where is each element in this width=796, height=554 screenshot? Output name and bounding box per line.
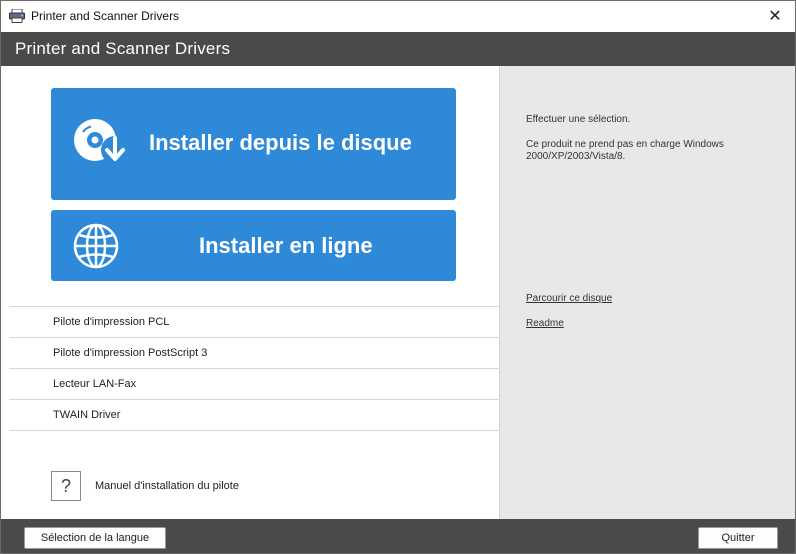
bottom-bar: Sélection de la langue Quitter: [1, 519, 795, 553]
globe-icon: [71, 221, 121, 276]
support-notice: Ce produit ne prend pas en charge Window…: [526, 139, 724, 162]
installation-manual-link[interactable]: ? Manuel d'installation du pilote: [51, 471, 239, 501]
install-online-label: Installer en ligne: [199, 233, 373, 258]
disc-download-icon: [71, 116, 133, 177]
driver-item-postscript[interactable]: Pilote d'impression PostScript 3: [9, 338, 499, 369]
readme-link[interactable]: Readme: [526, 318, 564, 329]
driver-list: Pilote d'impression PCL Pilote d'impress…: [9, 306, 499, 431]
printer-scanner-icon: [9, 8, 25, 23]
language-select-button[interactable]: Sélection de la langue: [24, 527, 166, 549]
window-title: Printer and Scanner Drivers: [31, 9, 180, 23]
title-bar: Printer and Scanner Drivers ✕: [1, 1, 795, 31]
install-from-disk-button[interactable]: Installer depuis le disque: [51, 88, 456, 200]
installer-window: Printer and Scanner Drivers ✕ Printer an…: [0, 0, 796, 554]
selection-prompt: Effectuer une sélection.: [526, 114, 631, 125]
main-panel: Installer depuis le disque Installer en …: [1, 66, 499, 519]
driver-item-twain[interactable]: TWAIN Driver: [9, 400, 499, 431]
page-title: Printer and Scanner Drivers: [15, 39, 231, 58]
installation-manual-label: Manuel d'installation du pilote: [95, 480, 239, 492]
driver-item-lan-fax[interactable]: Lecteur LAN-Fax: [9, 369, 499, 400]
browse-disk-link[interactable]: Parcourir ce disque: [526, 293, 612, 304]
info-panel: Effectuer une sélection. Ce produit ne p…: [499, 66, 795, 519]
quit-button[interactable]: Quitter: [698, 527, 778, 549]
install-online-button[interactable]: Installer en ligne: [51, 210, 456, 281]
close-button[interactable]: ✕: [755, 1, 795, 31]
driver-item-pcl[interactable]: Pilote d'impression PCL: [9, 307, 499, 338]
help-icon[interactable]: ?: [51, 471, 81, 501]
header-band: Printer and Scanner Drivers: [1, 32, 795, 66]
install-from-disk-label: Installer depuis le disque: [149, 130, 412, 155]
